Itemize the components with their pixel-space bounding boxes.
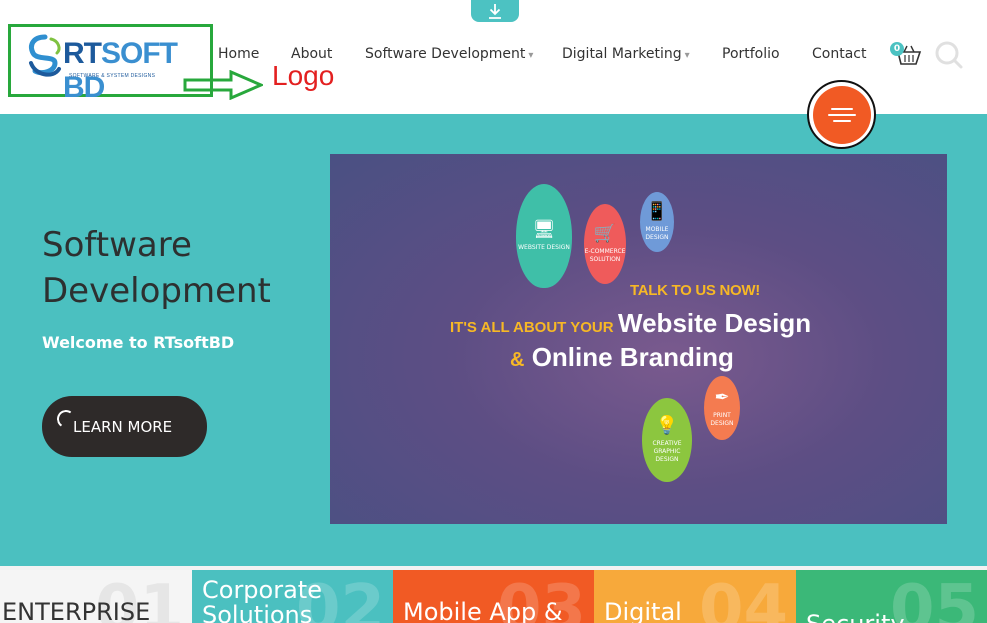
bubble-print-design: ✒ PRINT DESIGN [704,376,740,440]
service-tile-digital[interactable]: 04 Digital [594,570,796,623]
nav-digital-marketing[interactable]: Digital Marketing ▾ [562,46,690,62]
chevron-down-icon: ▾ [684,50,690,61]
bubble-label: E-COMMERCE SOLUTION [584,248,626,263]
nav-home[interactable]: Home [218,46,259,62]
monitor-icon: 🖥 [532,219,556,240]
hero-subtitle: Welcome to RTsoftBD [42,333,235,352]
menu-icon [812,85,871,144]
pen-icon: ✒ [714,387,730,408]
bubble-mobile-design: 📱 MOBILE DESIGN [640,192,674,252]
nav-about[interactable]: About [291,46,332,62]
tile-title: ENTERPRISE [2,598,151,623]
cart-icon: 🛒 [593,223,617,244]
cart-count-badge: 0 [890,42,904,56]
logo-annotation-label: Logo [272,60,335,91]
logo-mark-icon [29,34,61,77]
service-tile-enterprise[interactable]: 01 ENTERPRISE [0,570,192,623]
nav-contact[interactable]: Contact [812,46,866,62]
search-icon [935,41,963,69]
bubble-label: CREATIVE GRAPHIC DESIGN [652,440,682,463]
bubble-label: MOBILE DESIGN [645,226,669,241]
tile-number: 04 [698,572,788,623]
search-button[interactable] [934,40,964,70]
bubble-label: WEBSITE DESIGN [518,244,570,251]
nav-software-development[interactable]: Software Development ▾ [365,46,533,62]
download-tab[interactable] [471,0,519,22]
tile-title: Corporate Solutions [202,576,322,623]
service-tile-security[interactable]: 05 Security [796,570,987,623]
bubble-website-design: 🖥 WEBSITE DESIGN [516,184,572,288]
banner-headline-2: & Online Branding [510,342,734,372]
banner-talk-text: TALK TO US NOW! [630,282,760,299]
learn-more-button[interactable]: LEARN MORE [42,396,207,457]
bulb-icon: 💡 [655,415,679,436]
service-tile-corporate[interactable]: 02 Corporate Solutions [192,570,393,623]
download-icon [489,4,501,19]
tile-title: Security [806,612,905,623]
mobile-icon: 📱 [645,201,669,222]
hero-title: Software Development [42,225,271,311]
bubble-label: PRINT DESIGN [710,412,734,427]
tile-title: Mobile App & [403,598,563,623]
floating-menu-button[interactable] [807,80,876,149]
learn-more-label: LEARN MORE [73,417,173,436]
hero-banner-image: 🖥 WEBSITE DESIGN 🛒 E-COMMERCE SOLUTION 📱… [330,154,947,524]
annotation-arrow-icon [183,70,263,100]
bubble-ecommerce: 🛒 E-COMMERCE SOLUTION [584,204,626,284]
banner-headline-1: IT'S ALL ABOUT YOUR Website Design [450,308,812,338]
bubble-creative-graphic: 💡 CREATIVE GRAPHIC DESIGN [642,398,692,482]
nav-portfolio[interactable]: Portfolio [722,46,780,62]
tile-title: Digital [604,598,682,623]
chevron-down-icon: ▾ [528,50,534,61]
service-tile-mobile[interactable]: 03 Mobile App & [393,570,594,623]
logo-tagline: SOFTWARE & SYSTEM DESIGNS [69,73,156,79]
cart-button[interactable]: 0 [890,42,922,68]
